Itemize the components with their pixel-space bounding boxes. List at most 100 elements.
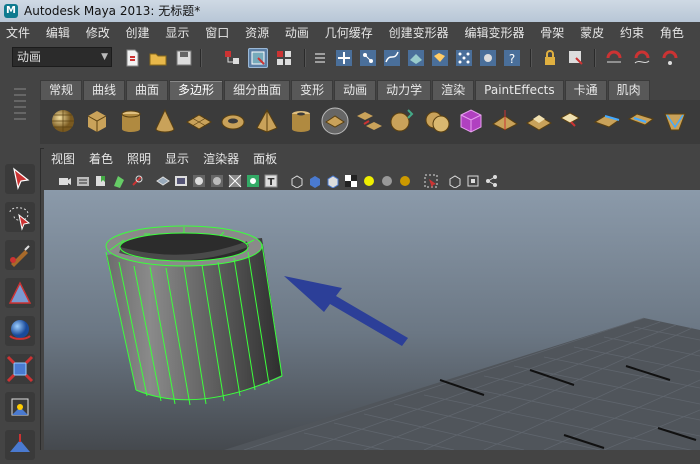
- separate-icon[interactable]: [354, 106, 384, 136]
- pick-misc-icon[interactable]: ?: [502, 48, 522, 68]
- snap-curve-icon[interactable]: [632, 48, 652, 68]
- smooth-proxy-icon[interactable]: [456, 106, 486, 136]
- poly-torus-icon[interactable]: [218, 106, 248, 136]
- ambient-occlusion-icon[interactable]: [398, 173, 412, 187]
- viewport-menu-show[interactable]: 显示: [158, 148, 196, 170]
- menu-edit[interactable]: 编辑: [40, 22, 76, 44]
- highlight-selection-icon[interactable]: [566, 48, 586, 68]
- camera-attributes-icon[interactable]: [76, 173, 90, 187]
- smooth-shade-all-icon[interactable]: [174, 173, 188, 187]
- menu-skeleton[interactable]: 骨架: [534, 22, 570, 44]
- lock-selection-icon[interactable]: [540, 48, 560, 68]
- menu-modify[interactable]: 修改: [80, 22, 116, 44]
- scale-tool-icon[interactable]: [5, 354, 35, 384]
- grid-toggle-icon[interactable]: [448, 173, 462, 189]
- share-icon[interactable]: [484, 173, 498, 187]
- tab-polygons[interactable]: 多边形: [169, 80, 224, 100]
- move-tool-icon[interactable]: [5, 278, 35, 308]
- image-plane-icon[interactable]: [112, 173, 126, 188]
- viewport-menu-lighting[interactable]: 照明: [120, 148, 158, 170]
- flat-shade-icon[interactable]: [210, 173, 224, 187]
- tab-toon[interactable]: 卡通: [564, 80, 607, 100]
- pick-handle-icon[interactable]: [334, 48, 354, 68]
- extrude-icon[interactable]: [524, 106, 554, 136]
- menu-display[interactable]: 显示: [159, 22, 195, 44]
- viewport-menu-renderer[interactable]: 渲染器: [196, 148, 246, 170]
- tab-surfaces[interactable]: 曲面: [126, 80, 169, 100]
- tab-rendering[interactable]: 渲染: [432, 80, 475, 100]
- soft-modification-icon[interactable]: [5, 430, 35, 460]
- pick-curve-icon[interactable]: [382, 48, 402, 68]
- select-object-icon[interactable]: [248, 48, 268, 68]
- tab-subdivs[interactable]: 细分曲面: [224, 80, 291, 100]
- poly-cube-icon[interactable]: [82, 106, 112, 136]
- viewport-menu-view[interactable]: 视图: [44, 148, 82, 170]
- pick-rendering-icon[interactable]: [478, 48, 498, 68]
- viewport-menu-shading[interactable]: 着色: [82, 148, 120, 170]
- menu-window[interactable]: 窗口: [199, 22, 235, 44]
- merge-vertex-icon[interactable]: [660, 106, 690, 136]
- poly-plane-icon[interactable]: [184, 106, 214, 136]
- menu-assets[interactable]: 资源: [239, 22, 275, 44]
- tab-dynamics[interactable]: 动力学: [377, 80, 432, 100]
- tab-muscle[interactable]: 肌肉: [607, 80, 650, 100]
- pick-surface-icon[interactable]: [406, 48, 426, 68]
- snap-grid-icon[interactable]: [604, 48, 624, 68]
- menu-file[interactable]: 文件: [0, 22, 36, 44]
- checker-icon[interactable]: [344, 173, 358, 187]
- select-camera-icon[interactable]: [424, 173, 438, 188]
- open-scene-icon[interactable]: [148, 48, 168, 68]
- combine-icon[interactable]: [320, 106, 350, 136]
- bookmarks-icon[interactable]: [94, 173, 108, 187]
- high-quality-lighting-icon[interactable]: [362, 173, 376, 187]
- tab-general[interactable]: 常规: [40, 80, 83, 100]
- rotate-tool-icon[interactable]: [5, 316, 35, 346]
- tab-deformation[interactable]: 变形: [291, 80, 334, 100]
- poly-sphere-icon[interactable]: [48, 106, 78, 136]
- isolate-select-icon[interactable]: [290, 173, 304, 189]
- pick-deformation-icon[interactable]: [430, 48, 450, 68]
- menu-character[interactable]: 角色: [654, 22, 690, 44]
- tab-curves[interactable]: 曲线: [83, 80, 126, 100]
- select-tool-icon[interactable]: [5, 164, 35, 194]
- menu-set-selector[interactable]: 动画 ▼: [12, 47, 112, 67]
- menu-skin[interactable]: 蒙皮: [574, 22, 610, 44]
- menu-create-deformers[interactable]: 创建变形器: [383, 22, 455, 44]
- wireframe-shading-icon[interactable]: [156, 173, 170, 187]
- tab-animation[interactable]: 动画: [334, 80, 377, 100]
- menu-create[interactable]: 创建: [120, 22, 156, 44]
- mirror-geometry-icon[interactable]: [490, 106, 520, 136]
- poly-pipe-icon[interactable]: [286, 106, 316, 136]
- shaded-cube-icon[interactable]: [308, 173, 322, 188]
- menu-geometry-cache[interactable]: 几何缓存: [319, 22, 379, 44]
- universal-manipulator-icon[interactable]: [5, 392, 35, 422]
- booleans-icon[interactable]: [422, 106, 452, 136]
- hardware-texturing-icon[interactable]: [326, 173, 340, 189]
- poly-cone-icon[interactable]: [150, 106, 180, 136]
- select-component-icon[interactable]: [274, 48, 294, 68]
- xray-icon[interactable]: [228, 173, 242, 188]
- viewport-scene[interactable]: [44, 190, 700, 453]
- texture-icon[interactable]: T: [264, 173, 278, 188]
- poly-pyramid-icon[interactable]: [252, 106, 282, 136]
- split-polygon-icon[interactable]: [626, 106, 656, 136]
- menu-animate[interactable]: 动画: [279, 22, 315, 44]
- resolution-gate-icon[interactable]: [466, 173, 480, 187]
- menu-edit-deformers[interactable]: 编辑变形器: [458, 22, 530, 44]
- default-material-icon[interactable]: [192, 173, 206, 187]
- menu-muscle[interactable]: 肌: [694, 22, 700, 44]
- camera-select-icon[interactable]: [58, 173, 72, 187]
- bridge-icon[interactable]: [558, 106, 588, 136]
- append-polygon-icon[interactable]: [592, 106, 622, 136]
- lasso-tool-icon[interactable]: [5, 202, 35, 232]
- paint-select-tool-icon[interactable]: [5, 240, 35, 270]
- mask-menu-icon[interactable]: [310, 48, 330, 68]
- use-all-lights-icon[interactable]: [246, 173, 260, 187]
- save-scene-icon[interactable]: [174, 48, 194, 68]
- pick-dynamics-icon[interactable]: [454, 48, 474, 68]
- select-hierarchy-icon[interactable]: [222, 48, 242, 68]
- poly-cylinder-icon[interactable]: [116, 106, 146, 136]
- new-scene-icon[interactable]: [122, 48, 142, 68]
- extract-icon[interactable]: [388, 106, 418, 136]
- two-d-pan-zoom-icon[interactable]: [130, 173, 144, 187]
